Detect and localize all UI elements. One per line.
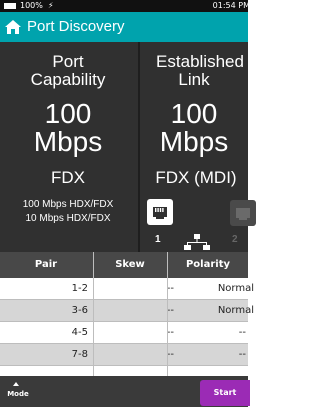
home-icon[interactable]	[4, 18, 22, 36]
port-capability-label-line2: Capability	[30, 70, 106, 89]
title-bar: Port Discovery	[0, 12, 248, 42]
table-row[interactable]: 7-8 -- --	[0, 344, 248, 366]
established-link-label-line1: Established	[156, 52, 244, 71]
mode-button[interactable]: Mode	[0, 376, 36, 407]
capability-item: 100 Mbps HDX/FDX	[22, 199, 114, 210]
skew-cell: --	[166, 349, 174, 360]
table-row[interactable]: 1-2 -- Normal	[0, 278, 254, 300]
skew-cell: --	[166, 327, 174, 338]
pair-cell: 1-2	[71, 283, 88, 294]
pair-cell: 4-5	[71, 327, 88, 338]
link-info-panel: Port Capability 100 Mbps FDX 100 Mbps HD…	[0, 42, 256, 252]
table-header: Pair Skew Polarity	[0, 252, 248, 278]
column-header-pair: Pair	[34, 259, 58, 270]
mode-label: Mode	[7, 390, 29, 398]
column-divider	[167, 252, 168, 376]
battery-level: 100%	[20, 1, 43, 10]
up-arrow-icon	[13, 382, 19, 386]
status-bar: 100% ⚡ 01:54 PM	[0, 0, 250, 12]
charging-icon: ⚡	[48, 1, 54, 10]
clock: 01:54 PM	[212, 1, 250, 10]
capability-item: 10 Mbps HDX/FDX	[25, 213, 111, 224]
column-header-skew: Skew	[115, 259, 145, 270]
ethernet-port-icon[interactable]	[147, 199, 173, 225]
established-link-speed-unit: Mbps	[159, 126, 229, 157]
pair-cell: 7-8	[71, 349, 88, 360]
polarity-cell: Normal	[217, 283, 254, 294]
port-capability-duplex: FDX	[51, 168, 85, 187]
port-number-2: 2	[232, 234, 238, 245]
network-topology-icon	[184, 234, 210, 250]
battery-icon	[4, 3, 16, 9]
ethernet-port-icon[interactable]	[230, 200, 256, 226]
start-button[interactable]: Start	[200, 380, 250, 406]
polarity-cell: --	[238, 327, 246, 338]
table-row[interactable]: 3-6 -- Normal	[0, 300, 254, 322]
port-capability-label-line1: Port	[52, 52, 84, 71]
established-link-label-line2: Link	[178, 70, 210, 89]
polarity-cell: Normal	[217, 305, 254, 316]
port-capability-speed-unit: Mbps	[33, 126, 103, 157]
column-divider	[93, 252, 94, 376]
pair-cell: 3-6	[71, 305, 88, 316]
skew-cell: --	[166, 283, 174, 294]
ethernet-jack-icon	[153, 207, 167, 219]
ethernet-jack-icon	[236, 208, 250, 220]
established-link-duplex: FDX (MDI)	[155, 168, 237, 187]
polarity-cell: --	[238, 349, 246, 360]
bottom-toolbar: Mode Start	[0, 376, 250, 407]
page-title: Port Discovery	[27, 18, 125, 35]
column-header-polarity: Polarity	[185, 259, 231, 270]
table-row[interactable]: 4-5 -- --	[0, 322, 248, 344]
port-number-1: 1	[155, 234, 161, 245]
skew-cell: --	[166, 305, 174, 316]
